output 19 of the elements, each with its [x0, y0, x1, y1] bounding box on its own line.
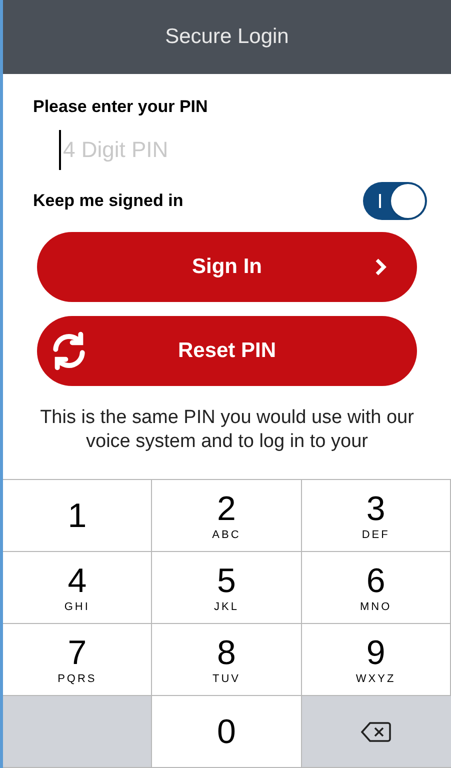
chevron-right-icon: [375, 258, 387, 276]
keypad-key[interactable]: 7 PQRS: [3, 624, 152, 696]
backspace-icon: [361, 720, 392, 742]
header-title: Secure Login: [165, 24, 289, 50]
keypad-key[interactable]: 5 JKL: [152, 552, 302, 624]
pin-label: Please enter your PIN: [33, 96, 209, 118]
sign-in-button[interactable]: Sign In: [37, 232, 417, 302]
keypad-key[interactable]: 3 DEF: [302, 480, 451, 552]
keypad-key[interactable]: 2 ABC: [152, 480, 302, 552]
reset-pin-button[interactable]: Reset PIN: [37, 316, 417, 386]
pin-info-text: This is the same PIN you would use with our voice system and to log in to your: [39, 406, 415, 454]
keypad-key[interactable]: 6 MNO: [302, 552, 451, 624]
keypad-key[interactable]: 8 TUV: [152, 624, 302, 696]
keypad-key[interactable]: 0: [152, 696, 302, 768]
keep-signed-in-switch[interactable]: [363, 182, 427, 220]
keypad-key[interactable]: 4 GHI: [3, 552, 152, 624]
keep-signed-in-label: Keep me signed in: [33, 190, 184, 212]
keypad-key[interactable]: 9 WXYZ: [302, 624, 451, 696]
keypad-key[interactable]: 1: [3, 480, 152, 552]
